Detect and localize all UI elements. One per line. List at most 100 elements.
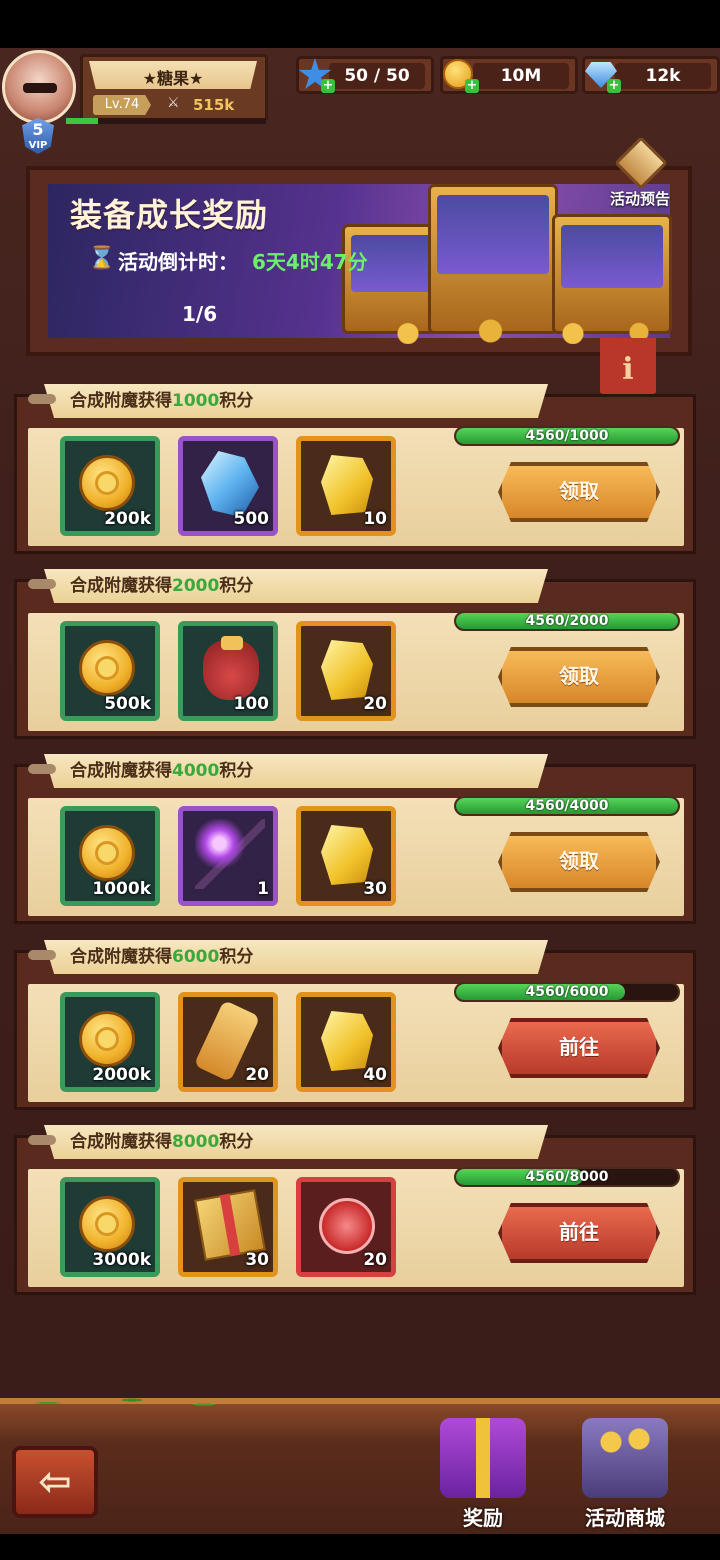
task-card: 合成附魔获得8000积分 3000k 30 20 4560/8000 前往 — [14, 1125, 696, 1297]
gold-crystal-icon — [321, 1011, 373, 1071]
treasure-shop-icon — [582, 1418, 668, 1498]
avatar-mask — [23, 83, 57, 93]
red-bag-icon — [203, 636, 259, 700]
task-title-prefix: 合成附魔获得 — [70, 761, 172, 781]
countdown-value: 6天4时47分 — [252, 250, 368, 274]
task-card: 合成附魔获得2000积分 500k 100 20 4560/2000 领取 — [14, 569, 696, 741]
gold-coin-icon — [79, 1196, 135, 1252]
task-title-suffix: 积分 — [219, 947, 254, 967]
gold-coin-icon — [79, 825, 135, 881]
vine-decoration — [0, 1388, 240, 1418]
player-name: ★糖果★ — [142, 69, 204, 88]
exp-fill — [66, 118, 98, 124]
nav-rewards-label: 奖励 — [463, 1506, 503, 1530]
gold-resource[interactable]: + 10M — [440, 56, 578, 94]
go-button[interactable]: 前往 — [498, 1203, 660, 1263]
reward-quantity: 1000k — [92, 879, 151, 899]
task-points: 1000 — [172, 391, 220, 411]
task-title-prefix: 合成附魔获得 — [70, 947, 172, 967]
countdown-label: 活动倒计时： — [118, 250, 238, 274]
task-card: 合成附魔获得6000积分 2000k 20 40 4560/6000 前往 — [14, 940, 696, 1112]
stamina-value: 50 / 50 — [344, 66, 410, 86]
task-title: 合成附魔获得8000积分 — [70, 1131, 253, 1153]
reward-quantity: 20 — [363, 694, 387, 714]
go-button[interactable]: 前往 — [498, 1018, 660, 1078]
diamond-resource[interactable]: + 12k — [582, 56, 720, 94]
task-title: 合成附魔获得1000积分 — [70, 390, 253, 412]
reward-quantity: 1 — [257, 879, 269, 899]
task-card: 合成附魔获得4000积分 1000k 1 30 4560/4000 领取 — [14, 754, 696, 926]
task-title: 合成附魔获得6000积分 — [70, 946, 253, 968]
reward-quantity: 30 — [363, 879, 387, 899]
gold-crystal-icon — [321, 825, 373, 885]
reward-slot[interactable]: 500 — [178, 436, 278, 536]
event-preview-label: 活动预告 — [609, 190, 670, 208]
reward-quantity: 10 — [363, 509, 387, 529]
reward-quantity: 3000k — [92, 1250, 151, 1270]
reward-slot[interactable]: 20 — [178, 992, 278, 1092]
task-points: 2000 — [172, 576, 220, 596]
reward-slot[interactable]: 10 — [296, 436, 396, 536]
reward-slot[interactable]: 200k — [60, 436, 160, 536]
back-button[interactable]: ⇦ — [12, 1446, 98, 1518]
nav-rewards[interactable]: 奖励 — [418, 1414, 548, 1534]
reward-slot[interactable]: 30 — [178, 1177, 278, 1277]
gold-coin-icon — [79, 455, 135, 511]
task-card: 合成附魔获得1000积分 200k 500 10 4560/1000 领取 — [14, 384, 696, 556]
claim-button[interactable]: 领取 — [498, 647, 660, 707]
reward-quantity: 40 — [363, 1065, 387, 1085]
task-progress-bar: 4560/6000 — [454, 982, 680, 1002]
chest-center — [428, 184, 558, 334]
reward-slot[interactable]: 40 — [296, 992, 396, 1092]
nav-event-shop[interactable]: 活动商城 — [560, 1414, 690, 1534]
lightning-staff-icon — [195, 819, 265, 889]
gold-crystal-icon — [321, 640, 373, 700]
stamina-resource[interactable]: + 50 / 50 — [296, 56, 434, 94]
level-badge: Lv.74 — [93, 95, 151, 115]
reward-slot[interactable]: 100 — [178, 621, 278, 721]
reward-slot[interactable]: 1000k — [60, 806, 160, 906]
reward-quantity: 20 — [363, 1250, 387, 1270]
reward-quantity: 100 — [233, 694, 270, 714]
gift-box-icon — [440, 1418, 526, 1498]
gold-coin-icon — [79, 1011, 135, 1067]
progress-text: 4560/2000 — [525, 613, 609, 629]
player-info-panel: ★糖果★ Lv.74 ⚔ 515k — [80, 54, 268, 122]
task-title: 合成附魔获得2000积分 — [70, 575, 253, 597]
reward-slot[interactable]: 1 — [178, 806, 278, 906]
reward-slot[interactable]: 2000k — [60, 992, 160, 1092]
claim-button[interactable]: 领取 — [498, 832, 660, 892]
player-avatar[interactable] — [2, 50, 76, 124]
reward-quantity: 20 — [245, 1065, 269, 1085]
reward-quantity: 30 — [245, 1250, 269, 1270]
reward-slot[interactable]: 20 — [296, 621, 396, 721]
vip-badge[interactable]: 5 VIP — [18, 118, 58, 158]
scroll-icon — [614, 136, 668, 190]
task-points: 6000 — [172, 947, 220, 967]
reward-slot[interactable]: 30 — [296, 806, 396, 906]
gold-crystal-icon — [321, 455, 373, 515]
rope-decoration — [28, 579, 56, 589]
task-points: 4000 — [172, 761, 220, 781]
event-title: 装备成长奖励 — [70, 196, 269, 234]
reward-quantity: 200k — [104, 509, 151, 529]
rope-decoration — [28, 950, 56, 960]
rope-decoration — [28, 764, 56, 774]
task-title-prefix: 合成附魔获得 — [70, 576, 172, 596]
player-level: Lv.74 — [104, 97, 140, 112]
sword-icon: ⚔ — [167, 95, 180, 111]
event-preview-button[interactable]: 活动预告 — [598, 136, 682, 208]
task-title-suffix: 积分 — [219, 391, 254, 411]
reward-slot[interactable]: 500k — [60, 621, 160, 721]
task-title-suffix: 积分 — [219, 1132, 254, 1152]
progress-text: 4560/1000 — [525, 428, 609, 444]
task-points: 8000 — [172, 1132, 220, 1152]
progress-text: 4560/8000 — [525, 1169, 609, 1185]
reward-slot[interactable]: 3000k — [60, 1177, 160, 1277]
banner-page-indicator: 1/6 — [182, 302, 218, 326]
claim-button[interactable]: 领取 — [498, 462, 660, 522]
gold-coin-icon — [79, 640, 135, 696]
task-title: 合成附魔获得4000积分 — [70, 760, 253, 782]
task-progress-bar: 4560/2000 — [454, 611, 680, 631]
reward-slot[interactable]: 20 — [296, 1177, 396, 1277]
